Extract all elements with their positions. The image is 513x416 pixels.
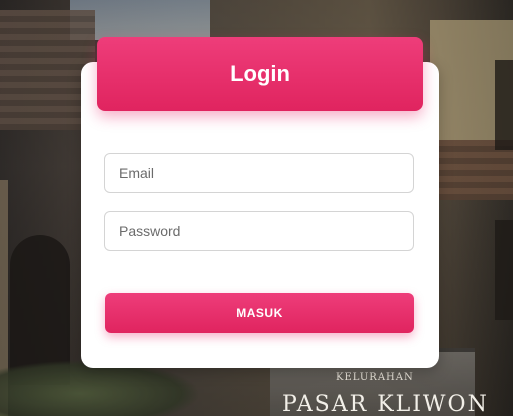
- background-sign-big-text: PASAR KLIWON: [282, 392, 489, 416]
- background-sign-small-text: KELURAHAN: [336, 372, 414, 383]
- login-page: KELURAHAN PASAR KLIWON Login MASUK: [0, 0, 513, 416]
- background-trees: [0, 360, 200, 416]
- login-title: Login: [230, 61, 290, 86]
- background-window: [495, 60, 513, 150]
- password-field[interactable]: [104, 211, 414, 251]
- email-field[interactable]: [104, 153, 414, 193]
- submit-button[interactable]: MASUK: [105, 293, 414, 333]
- login-card-header: Login: [97, 37, 423, 111]
- background-window: [495, 220, 513, 320]
